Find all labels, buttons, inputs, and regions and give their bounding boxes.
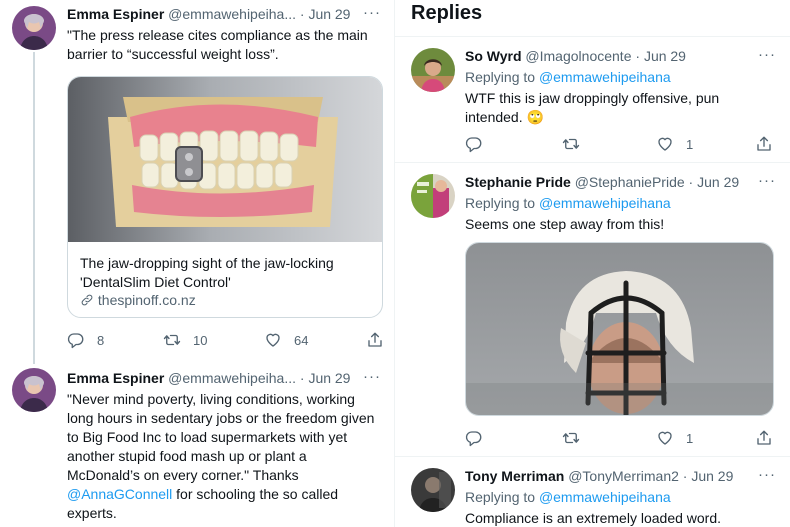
card-domain-row: thespinoff.co.nz xyxy=(80,292,196,308)
tweet-header: Stephanie Pride @StephaniePride · Jun 29 xyxy=(465,174,780,194)
separator-dot: · xyxy=(682,468,688,484)
thread-tweet[interactable]: Emma Espiner @emmawehipeiha... · Jun 29 … xyxy=(0,0,395,360)
tweet-header: Tony Merriman @TonyMerriman2 · Jun 29 xyxy=(465,468,780,488)
author-handle[interactable]: @emmawehipeiha... xyxy=(168,370,296,386)
replies-heading: Replies xyxy=(411,2,483,24)
card-image-dentures xyxy=(68,77,382,242)
card-title: The jaw-dropping sight of the jaw-lockin… xyxy=(80,255,334,290)
reply-image-scolds-bridle[interactable] xyxy=(465,242,774,416)
tweet-date[interactable]: Jun 29 xyxy=(691,468,733,484)
separator-dot: · xyxy=(635,48,641,64)
link-icon xyxy=(80,293,94,307)
reply-icon xyxy=(465,429,483,447)
author-name[interactable]: Emma Espiner xyxy=(67,6,164,22)
avatar[interactable] xyxy=(12,368,56,412)
more-icon[interactable]: ··· xyxy=(363,368,381,385)
like-count: 64 xyxy=(294,332,309,348)
tweet-date[interactable]: Jun 29 xyxy=(644,48,686,64)
retweet-button[interactable] xyxy=(562,134,580,154)
author-name[interactable]: So Wyrd xyxy=(465,48,522,64)
share-button[interactable] xyxy=(366,330,384,350)
mention-link[interactable]: @AnnaGConnell xyxy=(67,486,172,502)
replying-to-label: Replying to xyxy=(465,489,536,505)
tweet-text: Seems one step away from this! xyxy=(465,216,665,232)
tweet-actions: 1 xyxy=(465,134,777,154)
more-icon[interactable]: ··· xyxy=(363,4,381,21)
retweet-icon xyxy=(163,331,181,349)
reply-tweet[interactable]: Tony Merriman @TonyMerriman2 · Jun 29 ··… xyxy=(395,456,790,527)
reply-button[interactable] xyxy=(465,428,483,448)
author-handle[interactable]: @TonyMerriman2 xyxy=(568,468,679,484)
thread-column: Emma Espiner @emmawehipeiha... · Jun 29 … xyxy=(0,0,395,527)
share-icon xyxy=(366,331,384,349)
reply-count: 8 xyxy=(97,332,105,348)
like-icon xyxy=(264,331,282,349)
replying-to-label: Replying to xyxy=(465,195,536,211)
more-icon[interactable]: ··· xyxy=(758,466,776,483)
avatar[interactable] xyxy=(411,174,455,218)
author-handle[interactable]: @StephaniePride xyxy=(575,174,685,190)
replying-to: Replying to @emmawehipeihana xyxy=(465,489,671,505)
avatar[interactable] xyxy=(411,468,455,512)
tweet-date[interactable]: Jun 29 xyxy=(308,6,350,22)
replying-to-label: Replying to xyxy=(465,69,536,85)
like-button[interactable]: 1 xyxy=(656,134,693,154)
avatar[interactable] xyxy=(12,6,56,50)
like-icon xyxy=(656,135,674,153)
author-handle[interactable]: @emmawehipeiha... xyxy=(168,6,296,22)
share-button[interactable] xyxy=(755,428,773,448)
tweet-header: So Wyrd @Imagolnocente · Jun 29 xyxy=(465,48,780,68)
author-handle[interactable]: @Imagolnocente xyxy=(525,48,631,64)
link-card[interactable]: The jaw-dropping sight of the jaw-lockin… xyxy=(67,76,383,318)
tweet-text: Compliance is an extremely loaded word. xyxy=(465,510,722,526)
replying-to: Replying to @emmawehipeihana xyxy=(465,195,671,211)
reply-tweet[interactable]: So Wyrd @Imagolnocente · Jun 29 ··· Repl… xyxy=(395,36,790,162)
like-count: 1 xyxy=(686,136,694,152)
replies-column: Replies So Wyrd @Imagolnocente · Jun 29 … xyxy=(395,0,790,527)
tweet-date[interactable]: Jun 29 xyxy=(697,174,739,190)
retweet-icon xyxy=(562,135,580,153)
like-button[interactable]: 64 xyxy=(264,330,308,350)
separator-dot: · xyxy=(688,174,694,190)
share-icon xyxy=(755,135,773,153)
avatar[interactable] xyxy=(411,48,455,92)
like-button[interactable]: 1 xyxy=(656,428,693,448)
reply-icon xyxy=(465,135,483,153)
thread-tweet[interactable]: Emma Espiner @emmawehipeiha... · Jun 29 … xyxy=(0,366,395,527)
author-name[interactable]: Stephanie Pride xyxy=(465,174,571,190)
replying-to-link[interactable]: @emmawehipeihana xyxy=(539,489,671,505)
tweet-text: "The press release cites compliance as t… xyxy=(67,27,368,62)
reply-button[interactable]: 8 xyxy=(67,330,104,350)
share-icon xyxy=(755,429,773,447)
tweet-date[interactable]: Jun 29 xyxy=(308,370,350,386)
tweet-header: Emma Espiner @emmawehipeiha... · Jun 29 xyxy=(67,370,385,390)
replying-to: Replying to @emmawehipeihana xyxy=(465,69,671,85)
tweet-actions: 1 xyxy=(465,428,777,448)
reply-icon xyxy=(67,331,85,349)
author-name[interactable]: Tony Merriman xyxy=(465,468,564,484)
reply-button[interactable] xyxy=(465,134,483,154)
tweet-text-block: "Never mind poverty, living conditions, … xyxy=(67,390,383,523)
more-icon[interactable]: ··· xyxy=(758,46,776,63)
replying-to-link[interactable]: @emmawehipeihana xyxy=(539,195,671,211)
separator-dot: · xyxy=(299,6,305,22)
separator-dot: · xyxy=(299,370,305,386)
more-icon[interactable]: ··· xyxy=(758,172,776,189)
retweet-icon xyxy=(562,429,580,447)
tweet-text: WTF this is jaw droppingly offensive, pu… xyxy=(465,90,720,125)
like-count: 1 xyxy=(686,430,694,446)
tweet-text: "Never mind poverty, living conditions, … xyxy=(67,391,375,483)
share-button[interactable] xyxy=(755,134,773,154)
tweet-actions: 8 10 64 xyxy=(67,330,387,350)
like-icon xyxy=(656,429,674,447)
retweet-button[interactable]: 10 xyxy=(163,330,207,350)
retweet-button[interactable] xyxy=(562,428,580,448)
card-domain: thespinoff.co.nz xyxy=(97,292,196,308)
author-name[interactable]: Emma Espiner xyxy=(67,370,164,386)
replying-to-link[interactable]: @emmawehipeihana xyxy=(539,69,671,85)
retweet-count: 10 xyxy=(193,332,208,348)
tweet-header: Emma Espiner @emmawehipeiha... · Jun 29 xyxy=(67,6,385,26)
